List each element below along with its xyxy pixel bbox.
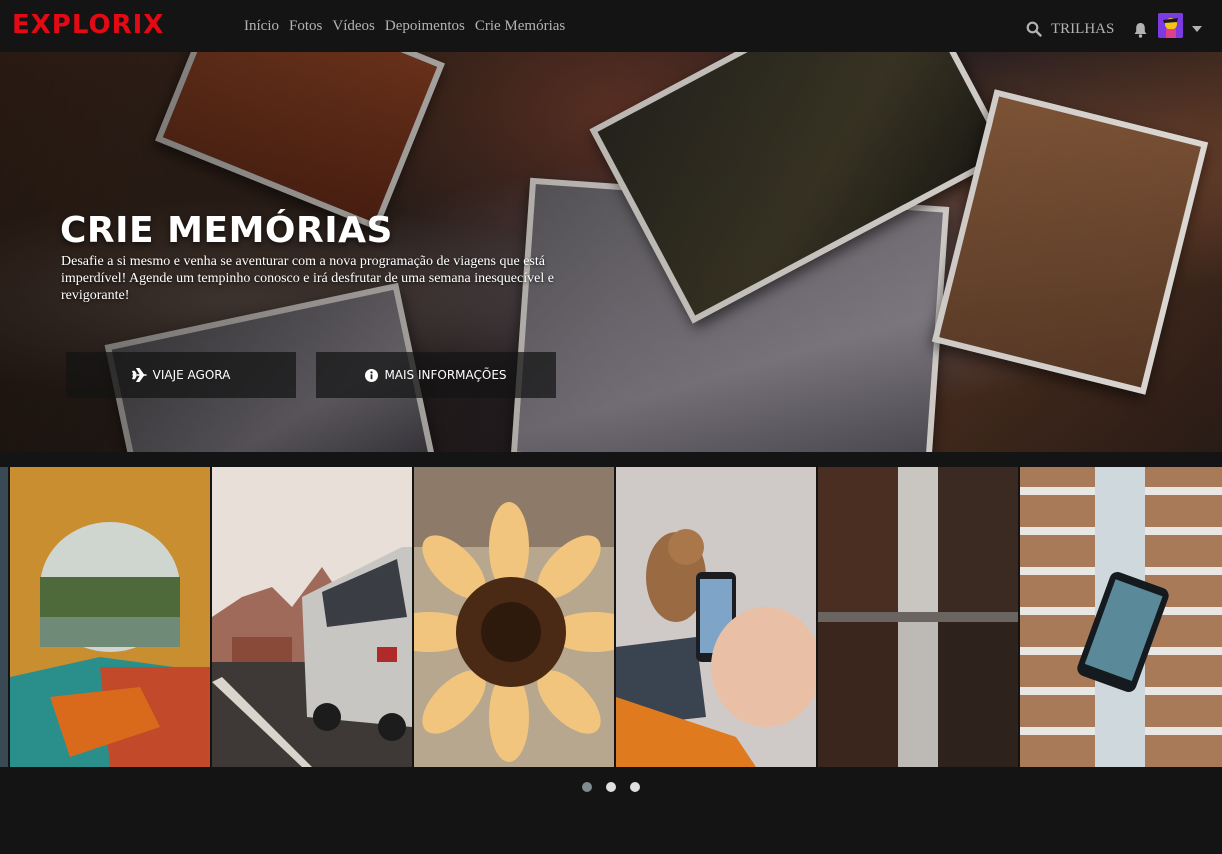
nav-item-depoimentos[interactable]: Depoimentos [385,17,465,35]
carousel-dot-3[interactable] [630,782,640,792]
search-icon[interactable] [1026,21,1042,37]
carousel-thumbnail-sunflower[interactable] [414,467,614,767]
avatar[interactable] [1158,13,1183,38]
photo-carousel [0,467,1222,767]
carousel-thumbnail-tent-view[interactable] [10,467,210,767]
more-info-button[interactable]: MAIS INFORMAÇÕES [316,352,556,398]
hero-banner: CRIE MEMÓRIAS Desafie a si mesmo e venha… [0,52,1222,452]
carousel-thumbnail-van-mountains[interactable] [212,467,412,767]
trilhas-link[interactable]: TRILHAS [1051,20,1114,38]
hero-title: CRIE MEMÓRIAS [60,210,393,251]
nav-item-crie-memorias[interactable]: Crie Memórias [475,17,565,35]
carousel-thumbnail-edge[interactable] [0,467,8,767]
travel-now-label: VIAJE AGORA [152,368,231,382]
travel-now-button[interactable]: VIAJE AGORA [66,352,296,398]
carousel-thumbnail-dog-phone[interactable] [616,467,816,767]
carousel-pagination [582,782,640,792]
plane-icon [131,368,147,382]
bell-icon[interactable] [1133,22,1148,38]
brand-logo[interactable]: EXPLORIX [12,10,164,40]
carousel-thumbnail-phone-building[interactable] [1020,467,1222,767]
info-icon [365,368,379,382]
carousel-thumbnail-city-reflection[interactable] [818,467,1018,767]
carousel-dot-1[interactable] [582,782,592,792]
more-info-label: MAIS INFORMAÇÕES [384,368,507,382]
caret-down-icon[interactable] [1192,26,1202,32]
carousel-dot-2[interactable] [606,782,616,792]
nav-item-fotos[interactable]: Fotos [289,17,322,35]
top-navigation-bar: EXPLORIX Início Fotos Vídeos Depoimentos… [0,0,1222,52]
nav-item-videos[interactable]: Vídeos [332,17,375,35]
hero-description: Desafie a si mesmo e venha se aventurar … [61,254,554,303]
nav-item-inicio[interactable]: Início [244,17,279,35]
main-nav: Início Fotos Vídeos Depoimentos Crie Mem… [244,17,565,35]
